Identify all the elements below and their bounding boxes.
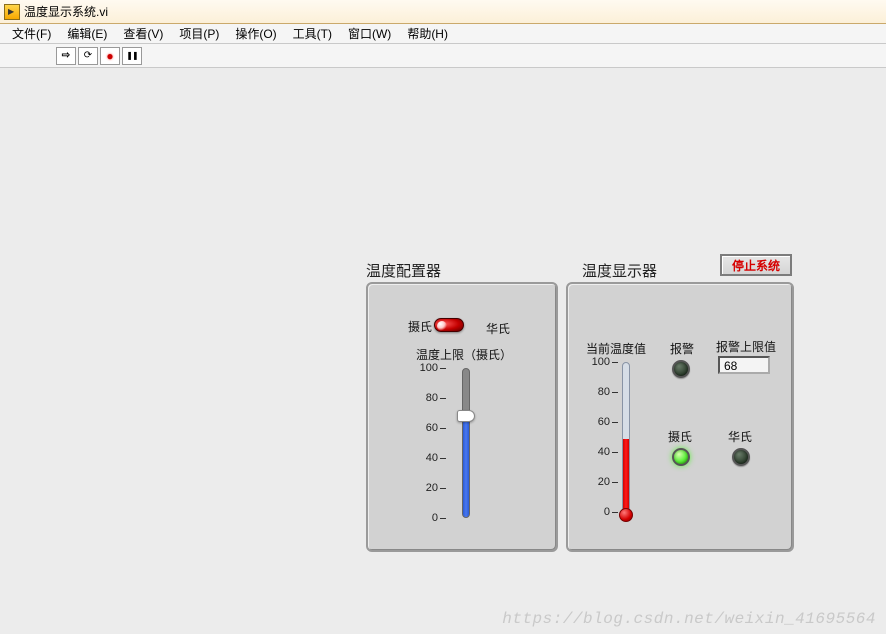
alarm-led (672, 360, 690, 378)
menu-bar: 文件(F) 编辑(E) 查看(V) 项目(P) 操作(O) 工具(T) 窗口(W… (0, 24, 886, 44)
fahrenheit-toggle-label: 华氏 (486, 320, 510, 337)
display-panel: 当前温度值 报警 报警上限值 68 100 80 60 40 20 0 摄氏 华氏 (566, 282, 794, 552)
alarm-limit-label: 报警上限值 (716, 338, 776, 355)
slider-tick: 100 (412, 362, 449, 374)
title-bar: 温度显示系统.vi (0, 0, 886, 24)
run-continuous-button[interactable] (78, 47, 98, 65)
thermometer: 100 80 60 40 20 0 (584, 358, 654, 528)
config-panel: 摄氏 华氏 温度上限（摄氏） 100 80 60 40 20 0 (366, 282, 558, 552)
alarm-limit-value[interactable]: 68 (718, 356, 770, 374)
menu-view[interactable]: 查看(V) (115, 23, 171, 44)
menu-tools[interactable]: 工具(T) (285, 23, 340, 44)
fahrenheit-led-label: 华氏 (728, 428, 752, 445)
toolbar (0, 44, 886, 68)
current-temp-label: 当前温度值 (586, 340, 646, 357)
abort-button[interactable] (100, 47, 120, 65)
front-panel-canvas: 温度配置器 温度显示器 停止系统 摄氏 华氏 温度上限（摄氏） 100 80 60 4… (0, 68, 886, 634)
thermo-tick: 40 (584, 446, 621, 458)
thermo-tick: 100 (584, 356, 621, 368)
limit-label: 温度上限（摄氏） (416, 346, 512, 363)
menu-help[interactable]: 帮助(H) (399, 23, 456, 44)
menu-operate[interactable]: 操作(O) (227, 23, 284, 44)
thermo-tick: 20 (584, 476, 621, 488)
slider-tick: 0 (412, 512, 449, 524)
display-panel-title: 温度显示器 (582, 260, 657, 281)
menu-project[interactable]: 项目(P) (171, 23, 227, 44)
slider-fill (463, 415, 469, 517)
thermo-bulb (619, 508, 633, 522)
config-panel-title: 温度配置器 (366, 260, 441, 281)
slider-tick: 20 (412, 482, 449, 494)
slider-knob[interactable] (457, 410, 475, 422)
celsius-toggle-label: 摄氏 (408, 318, 432, 335)
menu-file[interactable]: 文件(F) (4, 23, 59, 44)
slider-tick: 60 (412, 422, 449, 434)
window-title: 温度显示系统.vi (24, 3, 108, 20)
celsius-led-label: 摄氏 (668, 428, 692, 445)
menu-edit[interactable]: 编辑(E) (59, 23, 115, 44)
slider-tick: 80 (412, 392, 449, 404)
slider-track (462, 368, 470, 518)
thermo-tick: 60 (584, 416, 621, 428)
celsius-led (672, 448, 690, 466)
fahrenheit-led (732, 448, 750, 466)
stop-system-button[interactable]: 停止系统 (720, 254, 792, 276)
thermo-tick: 0 (584, 506, 621, 518)
limit-slider[interactable]: 100 80 60 40 20 0 (412, 364, 492, 534)
unit-toggle[interactable] (434, 318, 464, 332)
app-icon (4, 4, 20, 20)
watermark: https://blog.csdn.net/weixin_41695564 (502, 610, 876, 628)
thermo-tick: 80 (584, 386, 621, 398)
thermo-fill (623, 439, 629, 511)
alarm-label: 报警 (670, 340, 694, 357)
thermo-track (622, 362, 630, 512)
menu-window[interactable]: 窗口(W) (340, 23, 399, 44)
slider-tick: 40 (412, 452, 449, 464)
pause-button[interactable] (122, 47, 142, 65)
run-button[interactable] (56, 47, 76, 65)
